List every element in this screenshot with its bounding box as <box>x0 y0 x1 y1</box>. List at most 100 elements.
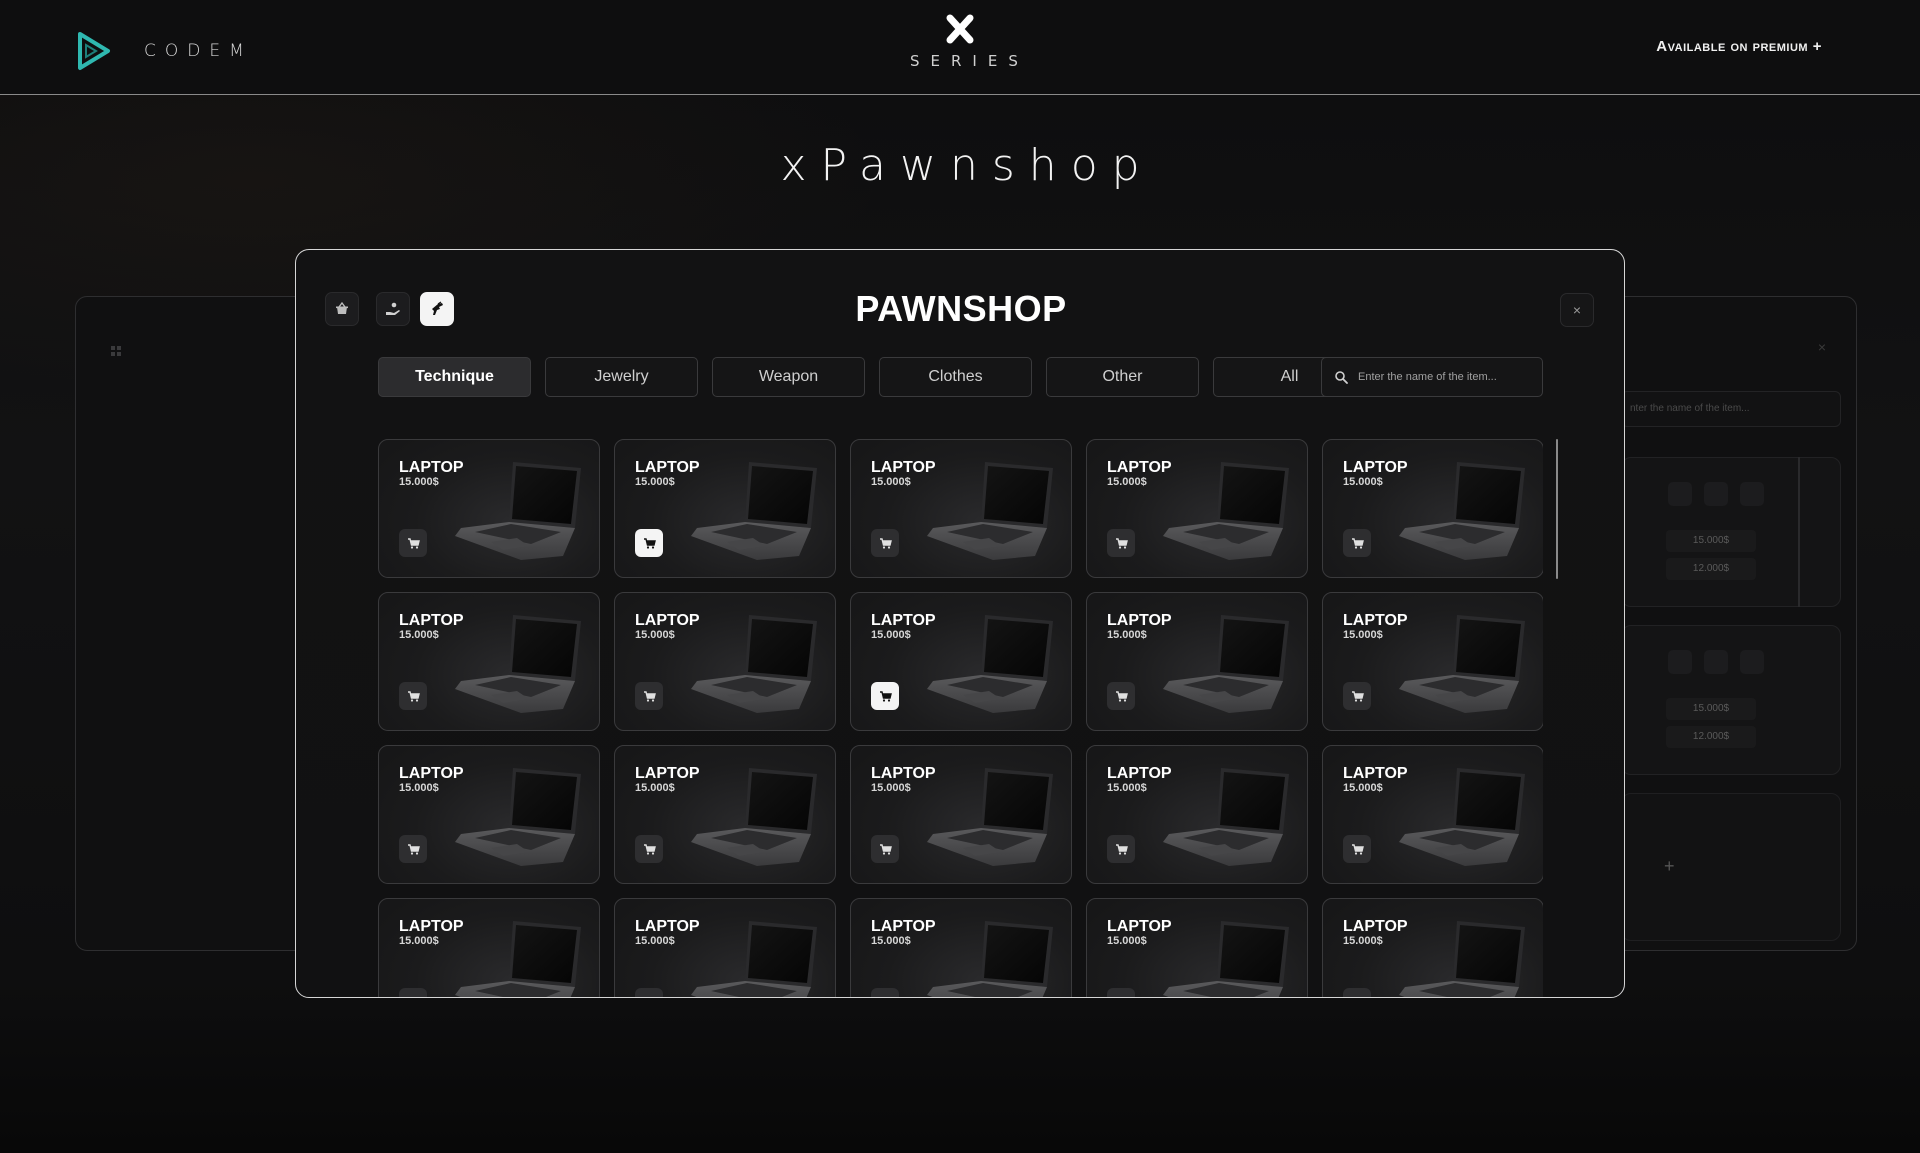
item-card[interactable]: LAPTOP 15.000$ <box>850 439 1072 578</box>
add-to-cart-button[interactable] <box>1343 529 1371 557</box>
tab-technique[interactable]: Technique <box>378 357 531 397</box>
item-card[interactable]: LAPTOP 15.000$ <box>1322 898 1543 997</box>
brand: CODEM <box>74 30 253 72</box>
add-to-cart-button[interactable] <box>399 529 427 557</box>
item-card[interactable]: LAPTOP 15.000$ <box>1086 439 1308 578</box>
cart-icon <box>1351 843 1364 855</box>
add-to-cart-button[interactable] <box>871 835 899 863</box>
item-card[interactable]: LAPTOP 15.000$ <box>1086 898 1308 997</box>
laptop-image <box>927 768 1053 866</box>
add-to-cart-button[interactable] <box>399 682 427 710</box>
add-to-cart-button[interactable] <box>1107 682 1135 710</box>
item-price: 15.000$ <box>399 629 439 641</box>
laptop-image <box>1399 768 1525 866</box>
item-card[interactable]: LAPTOP 15.000$ <box>614 745 836 884</box>
item-card[interactable]: LAPTOP 15.000$ <box>378 439 600 578</box>
add-to-cart-button[interactable] <box>871 682 899 710</box>
item-card[interactable]: LAPTOP 15.000$ <box>1322 592 1543 731</box>
laptop-image <box>691 615 817 713</box>
item-price: 15.000$ <box>399 935 439 947</box>
add-to-cart-button[interactable] <box>399 988 427 997</box>
laptop-image <box>927 462 1053 560</box>
add-to-cart-button[interactable] <box>1107 988 1135 997</box>
premium-link[interactable]: Available on premium + <box>1656 38 1822 55</box>
item-price: 15.000$ <box>1343 782 1383 794</box>
item-price: 15.000$ <box>399 782 439 794</box>
item-name: LAPTOP <box>1107 765 1172 782</box>
background-item-card: 15.000$ 12.000$ <box>1621 625 1841 775</box>
item-name: LAPTOP <box>1107 459 1172 476</box>
add-to-cart-button[interactable] <box>1107 529 1135 557</box>
add-to-cart-button[interactable] <box>635 988 663 997</box>
cart-icon <box>1115 843 1128 855</box>
item-name: LAPTOP <box>399 459 464 476</box>
laptop-image <box>691 768 817 866</box>
item-card[interactable]: LAPTOP 15.000$ <box>614 439 836 578</box>
add-to-cart-button[interactable] <box>871 529 899 557</box>
item-price: 15.000$ <box>871 629 911 641</box>
item-price: 15.000$ <box>1343 629 1383 641</box>
background-scrollbar <box>1798 457 1800 607</box>
item-name: LAPTOP <box>399 765 464 782</box>
add-to-cart-button[interactable] <box>635 682 663 710</box>
item-search[interactable] <box>1321 357 1543 397</box>
item-price: 15.000$ <box>635 629 675 641</box>
item-name: LAPTOP <box>871 918 936 935</box>
laptop-image <box>455 768 581 866</box>
add-to-cart-button[interactable] <box>635 529 663 557</box>
category-tabs: Technique Jewelry Weapon Clothes Other All <box>378 357 1366 397</box>
laptop-image <box>455 921 581 997</box>
background-search-field: nter the name of the item... <box>1621 391 1841 427</box>
item-card[interactable]: LAPTOP 15.000$ <box>850 898 1072 997</box>
series-label: SERIES <box>910 52 1029 70</box>
laptop-image <box>927 921 1053 997</box>
item-card[interactable]: LAPTOP 15.000$ <box>378 592 600 731</box>
close-button[interactable]: × <box>1560 293 1594 327</box>
item-price: 15.000$ <box>1107 935 1147 947</box>
items-grid-area: LAPTOP 15.000$ LAPTOP 15.000$ LAPTOP 15.000… <box>378 439 1543 997</box>
item-card[interactable]: LAPTOP 15.000$ <box>850 745 1072 884</box>
add-to-cart-button[interactable] <box>871 988 899 997</box>
laptop-image <box>1399 921 1525 997</box>
add-to-cart-button[interactable] <box>635 835 663 863</box>
cart-icon <box>407 843 420 855</box>
background-value: 15.000$ <box>1666 698 1756 720</box>
item-card[interactable]: LAPTOP 15.000$ <box>614 592 836 731</box>
item-name: LAPTOP <box>871 765 936 782</box>
cart-icon <box>1115 690 1128 702</box>
add-to-cart-button[interactable] <box>1107 835 1135 863</box>
tab-other[interactable]: Other <box>1046 357 1199 397</box>
cart-icon <box>1351 996 1355 997</box>
item-card[interactable]: LAPTOP 15.000$ <box>1322 439 1543 578</box>
plus-icon: + <box>1664 856 1675 876</box>
items-scrollbar[interactable] <box>1556 439 1558 579</box>
item-price: 15.000$ <box>1343 476 1383 488</box>
tab-jewelry[interactable]: Jewelry <box>545 357 698 397</box>
tab-clothes[interactable]: Clothes <box>879 357 1032 397</box>
brand-name: CODEM <box>144 41 253 61</box>
item-card[interactable]: LAPTOP 15.000$ <box>1086 592 1308 731</box>
item-price: 15.000$ <box>871 476 911 488</box>
laptop-image <box>1163 768 1289 866</box>
laptop-image <box>455 462 581 560</box>
add-to-cart-button[interactable] <box>399 835 427 863</box>
item-card[interactable]: LAPTOP 15.000$ <box>378 745 600 884</box>
add-to-cart-button[interactable] <box>1343 682 1371 710</box>
item-card[interactable]: LAPTOP 15.000$ <box>1322 745 1543 884</box>
cart-icon <box>879 537 892 549</box>
pawnshop-modal: PAWNSHOP × Technique Jewelry Weapon Clothes… <box>295 249 1625 998</box>
page-title: xPawnshop <box>780 140 1154 191</box>
item-card[interactable]: LAPTOP 15.000$ <box>378 898 600 997</box>
tab-weapon[interactable]: Weapon <box>712 357 865 397</box>
add-to-cart-button[interactable] <box>1343 988 1371 997</box>
search-input[interactable] <box>1358 371 1538 383</box>
add-to-cart-button[interactable] <box>1343 835 1371 863</box>
item-card[interactable]: LAPTOP 15.000$ <box>614 898 836 997</box>
item-card[interactable]: LAPTOP 15.000$ <box>1086 745 1308 884</box>
item-price: 15.000$ <box>871 782 911 794</box>
item-card[interactable]: LAPTOP 15.000$ <box>850 592 1072 731</box>
item-name: LAPTOP <box>635 612 700 629</box>
items-grid: LAPTOP 15.000$ LAPTOP 15.000$ LAPTOP 15.000… <box>378 439 1543 997</box>
item-price: 15.000$ <box>635 782 675 794</box>
cart-icon <box>1351 690 1364 702</box>
